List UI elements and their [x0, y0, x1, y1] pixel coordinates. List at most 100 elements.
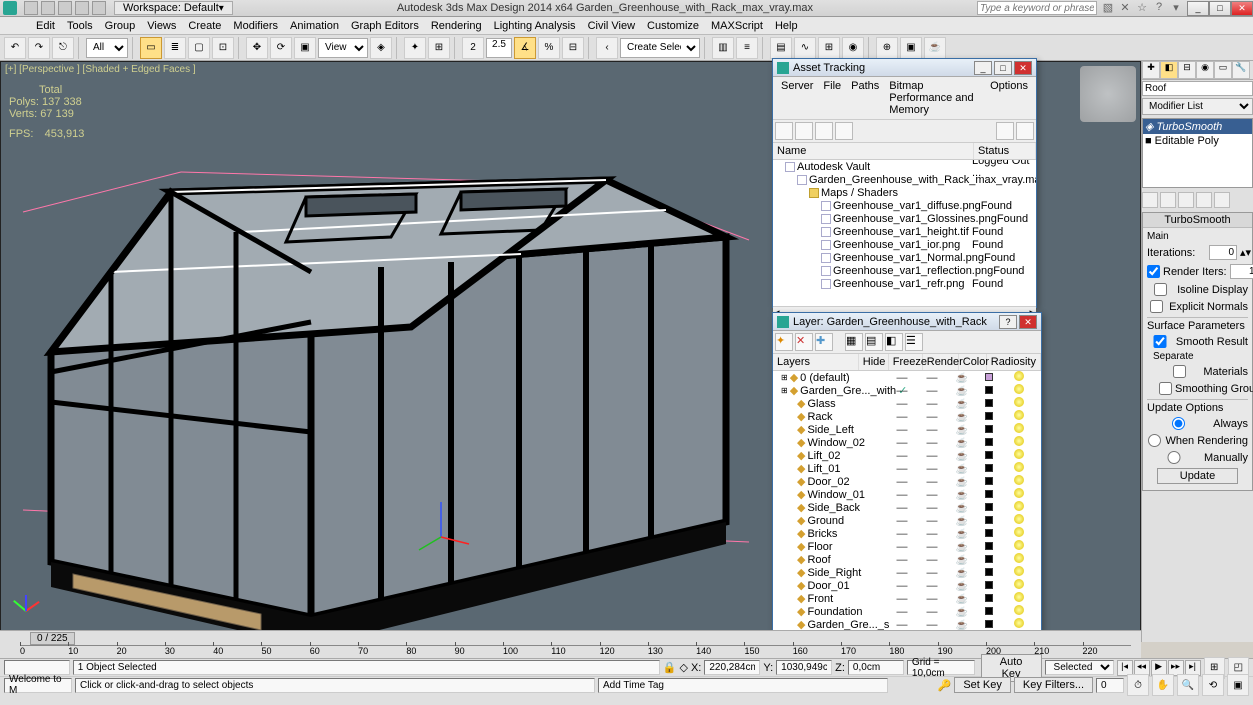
asset-row[interactable]: Maps / Shaders: [773, 186, 1036, 199]
menu-customize[interactable]: Customize: [641, 18, 705, 34]
named-selection-set[interactable]: Create Selection Se: [620, 38, 700, 58]
tab-create[interactable]: ✚: [1142, 61, 1160, 79]
rollout-header[interactable]: TurboSmooth: [1143, 213, 1252, 228]
layer-row[interactable]: ◆Side_Back——☕: [773, 501, 1041, 514]
render-frame-button[interactable]: ▣: [900, 37, 922, 59]
sep-materials-check[interactable]: [1159, 365, 1200, 378]
asset-row[interactable]: Greenhouse_var1_diffuse.pngFound: [773, 199, 1036, 212]
layer-add-button[interactable]: ✚: [815, 333, 833, 351]
show-end-result-button[interactable]: [1160, 192, 1176, 208]
select-object-button[interactable]: ▭: [140, 37, 162, 59]
asset-tb6[interactable]: [1016, 122, 1034, 140]
select-by-name-button[interactable]: ≣: [164, 37, 186, 59]
qat-undo-icon[interactable]: [75, 1, 89, 15]
asset-tb4[interactable]: [835, 122, 853, 140]
time-ruler[interactable]: 0102030405060708090100110120130140150160…: [20, 645, 1131, 657]
object-name-field[interactable]: [1142, 81, 1253, 96]
time-slider[interactable]: 0 / 225 01020304050607080901001101201301…: [0, 630, 1141, 658]
layer-col-layers[interactable]: Layers: [773, 354, 859, 370]
keyboard-shortcut-button[interactable]: ⊞: [428, 37, 450, 59]
isolate-icon[interactable]: ◇: [679, 661, 687, 674]
layer-row[interactable]: ◆Lift_01——☕: [773, 462, 1041, 475]
asset-row[interactable]: Greenhouse_var1_Glossines.pngFound: [773, 212, 1036, 225]
menu-edit[interactable]: Edit: [30, 18, 61, 34]
layer-row[interactable]: ◆Side_Left——☕: [773, 423, 1041, 436]
maximize-button[interactable]: □: [1209, 1, 1231, 16]
mirror-button[interactable]: ▥: [712, 37, 734, 59]
tab-hierarchy[interactable]: ⊟: [1178, 61, 1196, 79]
menu-create[interactable]: Create: [182, 18, 227, 34]
asset-row[interactable]: Greenhouse_var1_Normal.pngFound: [773, 251, 1036, 264]
nav-orbit-button[interactable]: ⟲: [1202, 674, 1224, 696]
layer-col-color[interactable]: Color: [959, 354, 987, 370]
keymode-select[interactable]: Selected: [1045, 660, 1114, 675]
layer-highlight-button[interactable]: ▤: [865, 333, 883, 351]
layer-new-button[interactable]: ✦: [775, 333, 793, 351]
menu-views[interactable]: Views: [141, 18, 182, 34]
menu-help[interactable]: Help: [769, 18, 804, 34]
maxscript-mini[interactable]: [4, 660, 70, 675]
tab-modify[interactable]: ◧: [1160, 61, 1178, 79]
update-always-radio[interactable]: [1147, 417, 1210, 430]
named-sel-prev-button[interactable]: ‹: [596, 37, 618, 59]
asset-col-name[interactable]: Name: [773, 143, 974, 159]
menu-tools[interactable]: Tools: [61, 18, 99, 34]
layer-help-button[interactable]: ?: [999, 315, 1017, 329]
ref-coord-system[interactable]: View: [318, 38, 368, 58]
snap-angle-button[interactable]: ∡: [514, 37, 536, 59]
layer-props-button[interactable]: ☰: [905, 333, 923, 351]
asset-menu-item[interactable]: Bitmap Performance and Memory: [885, 79, 984, 117]
asset-list[interactable]: Autodesk VaultLogged Out ...Garden_Green…: [773, 160, 1036, 306]
z-coord-field[interactable]: [848, 660, 904, 675]
tab-utilities[interactable]: 🔧: [1232, 61, 1250, 79]
material-editor-button[interactable]: ◉: [842, 37, 864, 59]
layer-row[interactable]: ◆Window_01——☕: [773, 488, 1041, 501]
menu-modifiers[interactable]: Modifiers: [227, 18, 284, 34]
modifier-list[interactable]: Modifier List: [1142, 98, 1253, 115]
help-icon[interactable]: ?: [1152, 1, 1166, 15]
lock-icon[interactable]: 🔒: [663, 661, 677, 674]
asset-menu-item[interactable]: Options: [986, 79, 1032, 117]
menu-lighting-analysis[interactable]: Lighting Analysis: [488, 18, 582, 34]
layer-row[interactable]: ◆Rack——☕: [773, 410, 1041, 423]
align-button[interactable]: ≡: [736, 37, 758, 59]
favorites-icon[interactable]: ☆: [1135, 1, 1149, 15]
layer-row[interactable]: ◆Lift_02——☕: [773, 449, 1041, 462]
layer-row[interactable]: ◆Bricks——☕: [773, 527, 1041, 540]
render-iters-check[interactable]: [1147, 265, 1160, 278]
close-button[interactable]: ✕: [1231, 1, 1253, 16]
snap-2d-button[interactable]: 2: [462, 37, 484, 59]
asset-tb1[interactable]: [775, 122, 793, 140]
window-crossing-button[interactable]: ⊡: [212, 37, 234, 59]
smooth-result-check[interactable]: [1147, 335, 1173, 348]
tab-motion[interactable]: ◉: [1196, 61, 1214, 79]
manipulate-button[interactable]: ✦: [404, 37, 426, 59]
asset-tb2[interactable]: [795, 122, 813, 140]
asset-row[interactable]: Greenhouse_var1_height.tifFound: [773, 225, 1036, 238]
current-frame-field[interactable]: [1096, 678, 1124, 693]
layer-row[interactable]: ◆Roof——☕: [773, 553, 1041, 566]
pin-stack-button[interactable]: [1142, 192, 1158, 208]
rotate-button[interactable]: ⟳: [270, 37, 292, 59]
render-setup-button[interactable]: ⊕: [876, 37, 898, 59]
nav-zoom-button[interactable]: 🔍: [1177, 674, 1199, 696]
scale-button[interactable]: ▣: [294, 37, 316, 59]
layer-manager-button[interactable]: ▤: [770, 37, 792, 59]
layer-row[interactable]: ◆Door_01——☕: [773, 579, 1041, 592]
setkey-button[interactable]: Set Key: [954, 677, 1011, 693]
qat-new-icon[interactable]: [24, 1, 38, 15]
select-region-button[interactable]: ▢: [188, 37, 210, 59]
asset-row[interactable]: Greenhouse_var1_ior.pngFound: [773, 238, 1036, 251]
iterations-field[interactable]: [1209, 245, 1237, 260]
layer-row[interactable]: ◆Glass——☕: [773, 397, 1041, 410]
layer-row[interactable]: ◆Window_02——☕: [773, 436, 1041, 449]
x-coord-field[interactable]: [704, 660, 760, 675]
asset-close-button[interactable]: ✕: [1014, 61, 1032, 75]
render-production-button[interactable]: ☕: [924, 37, 946, 59]
time-config-button[interactable]: ⏱: [1127, 674, 1149, 696]
asset-row[interactable]: Greenhouse_var1_refr.pngFound: [773, 277, 1036, 290]
exchange-icon[interactable]: ✕: [1118, 1, 1132, 15]
layer-row[interactable]: ◆Door_02——☕: [773, 475, 1041, 488]
curve-editor-button[interactable]: ∿: [794, 37, 816, 59]
tab-display[interactable]: ▭: [1214, 61, 1232, 79]
